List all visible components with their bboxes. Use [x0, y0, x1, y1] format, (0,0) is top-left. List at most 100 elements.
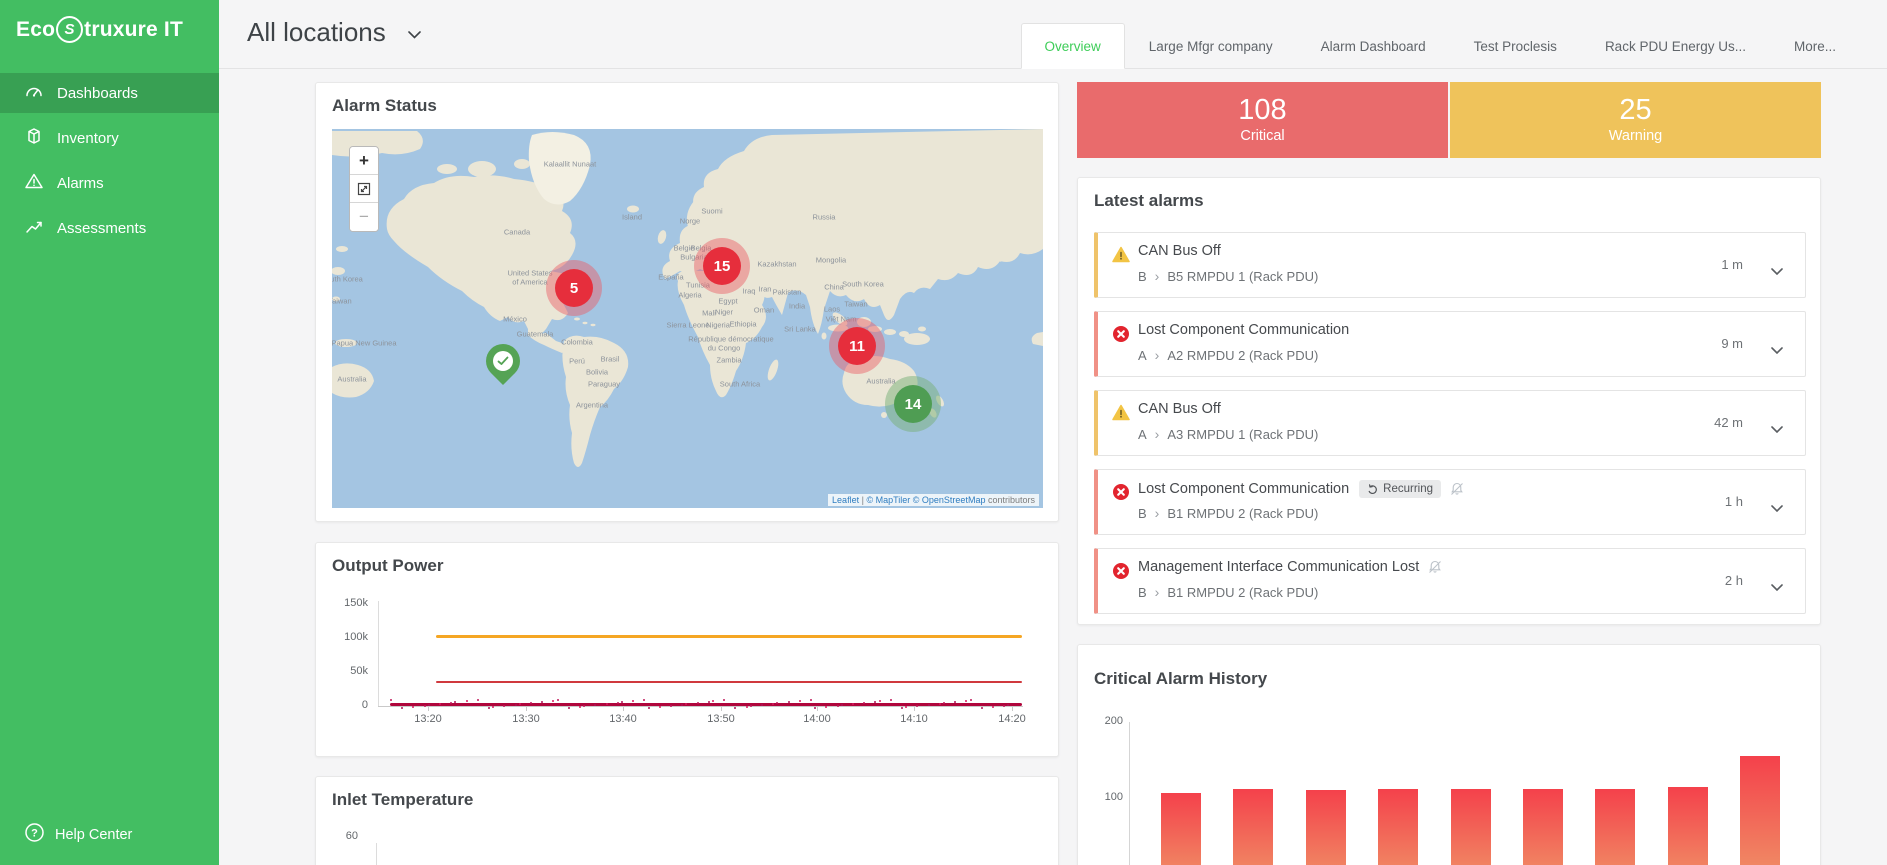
- scatter-dot: [428, 704, 430, 706]
- critical-alarm-history-card: Critical Alarm History 200 100: [1077, 644, 1821, 865]
- breadcrumb-separator: ›: [1155, 505, 1160, 521]
- sidebar-item-assessments[interactable]: Assessments: [0, 208, 219, 248]
- zoom-out-button[interactable]: −: [350, 203, 378, 231]
- top-bar: All locations Overview Large Mfgr compan…: [219, 0, 1887, 69]
- scatter-dot: [697, 702, 699, 704]
- logo-text-truxure: truxure IT: [84, 18, 183, 42]
- history-bar: [1233, 789, 1273, 865]
- alarm-status-card: Alarm Status: [315, 82, 1059, 522]
- x-axis-tick: 13:30: [496, 713, 556, 725]
- bar-chart-plot: [1078, 645, 1820, 865]
- chevron-down-icon[interactable]: [1771, 420, 1783, 438]
- chevron-down-icon[interactable]: [1771, 262, 1783, 280]
- map-tiles: [332, 129, 1043, 508]
- tab-test-proclesis[interactable]: Test Proclesis: [1450, 23, 1581, 69]
- sidebar-item-alarms[interactable]: Alarms: [0, 163, 219, 203]
- scatter-dot: [519, 703, 521, 705]
- x-axis-tick: 14:20: [982, 713, 1042, 725]
- scatter-dot: [515, 704, 517, 706]
- alarm-title: Lost Component Communication: [1138, 322, 1349, 338]
- alarm-row[interactable]: Management Interface Communication Lost …: [1094, 548, 1806, 614]
- alarm-row[interactable]: Lost Component Communication A›A2 RMPDU …: [1094, 311, 1806, 377]
- tab-large-mfgr-company[interactable]: Large Mfgr company: [1125, 23, 1297, 69]
- scatter-dot: [750, 705, 752, 707]
- scatter-dot: [981, 707, 983, 709]
- scatter-dot: [708, 701, 710, 703]
- alarm-title: Management Interface Communication Lost: [1138, 559, 1419, 575]
- alarm-location: B: [1138, 506, 1147, 521]
- scatter-dot: [746, 706, 748, 708]
- scatter-dot: [412, 706, 414, 708]
- maptiler-link[interactable]: © MapTiler: [866, 495, 910, 505]
- sidebar-item-dashboards[interactable]: Dashboards: [0, 73, 219, 113]
- card-title: Inlet Temperature: [332, 790, 473, 810]
- alarm-device: B1 RMPDU 2 (Rack PDU): [1167, 585, 1318, 600]
- alarm-summary-banner: 108 Critical 25 Warning: [1077, 82, 1821, 158]
- osm-link[interactable]: © OpenStreetMap: [913, 495, 986, 505]
- scatter-dot: [992, 706, 994, 708]
- alarm-row[interactable]: CAN Bus Off A›A3 RMPDU 1 (Rack PDU) 42 m: [1094, 390, 1806, 456]
- scatter-dot: [788, 701, 790, 703]
- x-axis-tick: 13:40: [593, 713, 653, 725]
- chevron-down-icon: [408, 31, 421, 39]
- breadcrumb-separator: ›: [1155, 347, 1160, 363]
- help-center-link[interactable]: ? Help Center: [24, 822, 132, 847]
- tab-rack-pdu-energy[interactable]: Rack PDU Energy Us...: [1581, 23, 1770, 69]
- critical-count: 108: [1238, 94, 1286, 126]
- history-bar: [1306, 790, 1346, 865]
- history-bar: [1595, 789, 1635, 865]
- breadcrumb-separator: ›: [1155, 268, 1160, 284]
- alarm-title: CAN Bus Off: [1138, 401, 1221, 417]
- map-zoom-controls: + −: [349, 146, 379, 232]
- x-axis-tick: 14:10: [884, 713, 944, 725]
- warning-triangle-icon: [24, 171, 57, 195]
- zoom-in-button[interactable]: +: [350, 147, 378, 175]
- recurring-badge: Recurring: [1359, 480, 1441, 498]
- leaflet-link[interactable]: Leaflet: [832, 495, 859, 505]
- history-bar: [1378, 789, 1418, 865]
- inventory-box-icon: [24, 126, 57, 150]
- scatter-dot: [723, 699, 725, 701]
- tab-more[interactable]: More...: [1770, 23, 1860, 69]
- scatter-dot: [621, 701, 623, 703]
- tab-overview[interactable]: Overview: [1021, 23, 1125, 69]
- fullscreen-button[interactable]: [350, 175, 378, 203]
- critical-alarm-cluster[interactable]: 5: [546, 260, 602, 316]
- scatter-dot: [390, 699, 392, 701]
- sidebar-item-inventory[interactable]: Inventory: [0, 118, 219, 158]
- critical-alarm-cluster[interactable]: 15: [694, 238, 750, 294]
- ok-alarm-cluster[interactable]: 14: [885, 376, 941, 432]
- history-bar: [1523, 789, 1563, 865]
- critical-icon: [1112, 483, 1130, 506]
- critical-alarm-cluster[interactable]: 11: [829, 318, 885, 374]
- world-map[interactable]: Kalaallit NunaatIslandNorgeSuomiRussiaCa…: [332, 129, 1043, 508]
- alarm-row[interactable]: Lost Component Communication Recurring B…: [1094, 469, 1806, 535]
- page-title: All locations: [247, 17, 386, 48]
- chevron-down-icon[interactable]: [1771, 499, 1783, 517]
- alarm-age: 2 h: [1725, 573, 1743, 588]
- warning-count-banner[interactable]: 25 Warning: [1450, 82, 1821, 158]
- scatter-dot: [939, 703, 941, 705]
- scatter-dot: [970, 699, 972, 701]
- warning-count: 25: [1619, 94, 1651, 126]
- scatter-dot: [568, 707, 570, 709]
- cluster-count: 5: [555, 269, 593, 307]
- alarm-device: B1 RMPDU 2 (Rack PDU): [1167, 506, 1318, 521]
- tab-alarm-dashboard[interactable]: Alarm Dashboard: [1297, 23, 1450, 69]
- alarm-row[interactable]: CAN Bus Off B›B5 RMPDU 1 (Rack PDU) 1 m: [1094, 232, 1806, 298]
- critical-count-banner[interactable]: 108 Critical: [1077, 82, 1448, 158]
- card-title: Alarm Status: [332, 96, 437, 116]
- chevron-down-icon[interactable]: [1771, 341, 1783, 359]
- chevron-down-icon[interactable]: [1771, 578, 1783, 596]
- critical-icon: [1112, 325, 1130, 348]
- ecostruxure-logo: EcoStruxure IT: [16, 16, 183, 43]
- scatter-dot: [825, 706, 827, 708]
- history-bar: [1668, 787, 1708, 865]
- sidebar-item-label: Alarms: [57, 175, 104, 192]
- scatter-dot: [837, 705, 839, 707]
- scatter-dot: [810, 699, 812, 701]
- location-selector[interactable]: All locations: [247, 17, 421, 48]
- alarm-title: Lost Component Communication: [1138, 481, 1349, 497]
- sidebar-nav: Dashboards Inventory Alarms Assessments: [0, 73, 219, 253]
- gauge-icon: [24, 81, 57, 105]
